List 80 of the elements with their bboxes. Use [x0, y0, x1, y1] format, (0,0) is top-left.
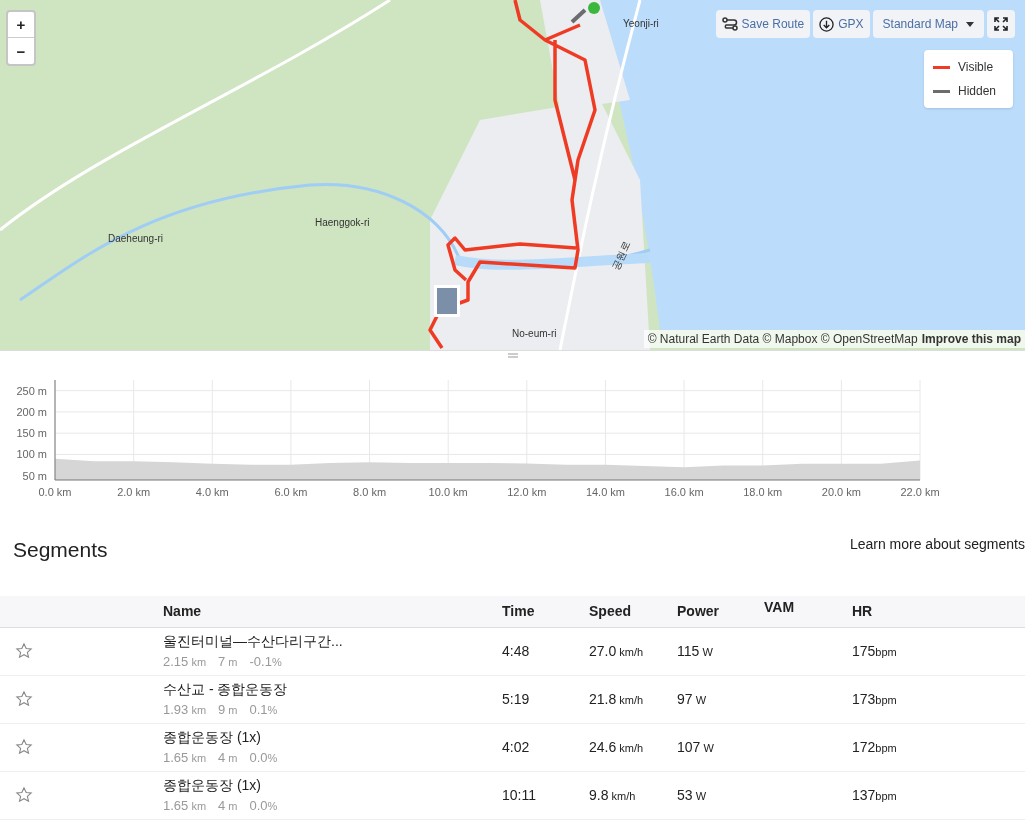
- hr-cell: 175bpm: [852, 642, 897, 659]
- improve-map-link[interactable]: Improve this map: [921, 330, 1021, 348]
- x-tick-label: 20.0 km: [821, 486, 861, 498]
- fullscreen-button[interactable]: [987, 10, 1015, 38]
- gpx-download-button[interactable]: GPX: [813, 10, 870, 38]
- speed-cell: 21.8 km/h: [589, 690, 644, 707]
- hr-cell: 172bpm: [852, 738, 897, 755]
- segment-name-link[interactable]: 울진터미널—수산다리구간...: [163, 630, 502, 652]
- caret-icon: [966, 21, 974, 27]
- power-cell: 115 W: [677, 642, 713, 659]
- segments-heading: Segments: [13, 537, 108, 563]
- x-tick-label: 16.0 km: [664, 486, 704, 498]
- speed-cell: 24.6 km/h: [589, 738, 644, 755]
- segment-distance: 1.65 km: [163, 748, 207, 767]
- column-header: Name: [163, 602, 202, 619]
- hr-cell: 173bpm: [852, 690, 897, 707]
- y-tick-label: 50 m: [22, 469, 47, 482]
- x-tick-label: 6.0 km: [274, 486, 308, 498]
- x-tick-label: 0.0 km: [38, 486, 72, 498]
- segment-grade: 0.0%: [249, 748, 278, 767]
- x-tick-label: 2.0 km: [117, 486, 151, 498]
- segment-grade: 0.0%: [249, 796, 278, 815]
- star-icon[interactable]: [15, 690, 33, 708]
- learn-more-link[interactable]: Learn more about segments: [849, 534, 1025, 555]
- column-header: VAM: [764, 598, 795, 615]
- segment-distance: 1.93 km: [163, 700, 207, 719]
- y-tick-label: 200 m: [16, 405, 47, 418]
- time-cell: 4:02: [502, 738, 530, 755]
- segment-elevation: 4 m: [218, 748, 238, 767]
- segment-grade: -0.1%: [249, 652, 282, 671]
- segment-name-link[interactable]: 종합운동장 (1x): [163, 774, 502, 796]
- time-cell: 5:19: [502, 690, 530, 707]
- column-header: Power: [677, 602, 719, 619]
- save-route-button[interactable]: Save Route: [715, 10, 811, 38]
- star-icon[interactable]: [15, 738, 33, 756]
- segment-name-link[interactable]: 종합운동장 (1x): [163, 726, 502, 748]
- map-style-dropdown[interactable]: Standard Map: [872, 10, 984, 38]
- star-icon[interactable]: [15, 786, 33, 804]
- x-tick-label: 10.0 km: [428, 486, 468, 498]
- hr-cell: 137bpm: [852, 786, 897, 803]
- power-cell: 53 W: [677, 786, 707, 803]
- column-header: HR: [852, 602, 873, 619]
- resize-handle-icon[interactable]: [507, 353, 518, 358]
- x-tick-label: 8.0 km: [353, 486, 387, 498]
- x-tick-label: 4.0 km: [195, 486, 229, 498]
- y-tick-label: 250 m: [16, 384, 47, 397]
- segment-distance: 2.15 km: [163, 652, 207, 671]
- attribution-text: © Natural Earth Data © Mapbox © OpenStreetMap: [647, 331, 918, 348]
- x-tick-label: 12.0 km: [507, 486, 547, 498]
- segment-elevation: 9 m: [218, 700, 238, 719]
- fullscreen-icon: [994, 17, 1008, 31]
- speed-cell: 9.8 km/h: [589, 786, 636, 803]
- time-cell: 4:48: [502, 642, 530, 659]
- segment-elevation: 4 m: [218, 796, 238, 815]
- download-icon: [819, 16, 835, 32]
- place-label: No-eum-ri: [512, 327, 557, 341]
- place-label: Haenggok-ri: [315, 216, 370, 230]
- zoom-in-button[interactable]: +: [8, 12, 34, 38]
- legend-label: Hidden: [958, 83, 997, 100]
- power-cell: 97 W: [677, 690, 707, 707]
- column-header: Time: [502, 602, 535, 619]
- x-tick-label: 22.0 km: [900, 486, 940, 498]
- speed-cell: 27.0 km/h: [589, 642, 644, 659]
- route-icon: [721, 17, 738, 31]
- segment-name-link[interactable]: 수산교 - 종합운동장: [163, 678, 502, 700]
- place-label: Daeheung-ri: [108, 232, 164, 246]
- x-tick-label: 18.0 km: [743, 486, 783, 498]
- y-tick-label: 100 m: [16, 448, 47, 461]
- star-icon[interactable]: [15, 642, 33, 660]
- segment-distance: 1.65 km: [163, 796, 207, 815]
- segment-elevation: 7 m: [218, 652, 238, 671]
- zoom-out-button[interactable]: −: [8, 38, 34, 64]
- place-label: Yeonji-ri: [623, 17, 659, 31]
- power-cell: 107 W: [677, 738, 714, 755]
- y-tick-label: 150 m: [16, 427, 47, 440]
- x-tick-label: 14.0 km: [585, 486, 625, 498]
- segment-grade: 0.1%: [249, 700, 278, 719]
- column-header: Speed: [589, 602, 631, 619]
- time-cell: 10:11: [502, 786, 536, 803]
- legend-label: Visible: [958, 59, 994, 76]
